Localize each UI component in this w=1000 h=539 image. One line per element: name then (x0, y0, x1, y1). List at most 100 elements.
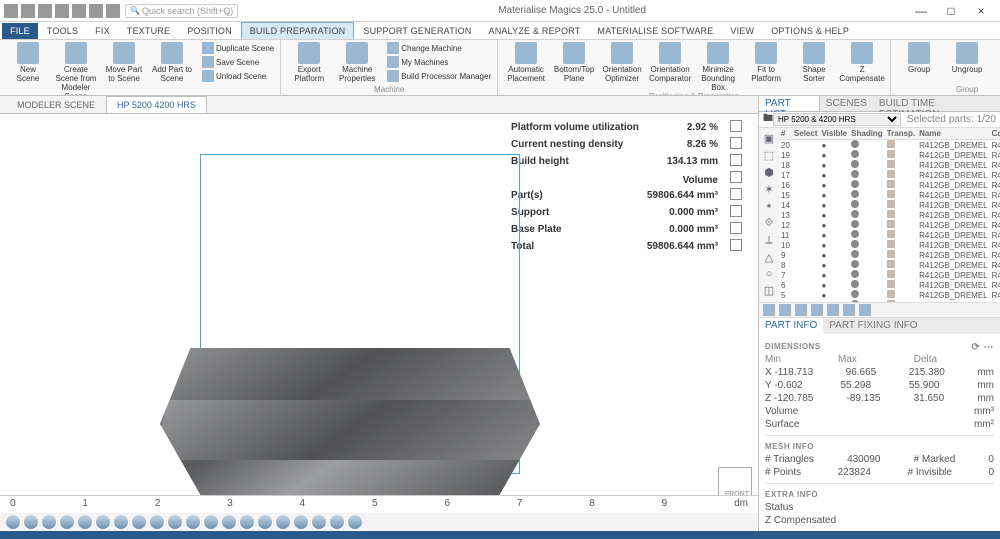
part-tool-icon[interactable]: ○ (762, 268, 776, 280)
stat-icon[interactable] (730, 205, 742, 217)
menu-file[interactable]: FILE (2, 23, 38, 39)
ribbon-z-compensate-[interactable]: Z Compensate (840, 42, 884, 83)
table-row[interactable]: 7●R412GB_DREMELR412GB_DREMEL 1 (779, 270, 1000, 280)
part-tool-icon[interactable]: ⬚ (762, 149, 776, 162)
view-tool-icon[interactable] (348, 515, 362, 529)
view-tool-icon[interactable] (150, 515, 164, 529)
ribbon-change-machine[interactable]: Change Machine (387, 42, 491, 54)
stat-icon[interactable] (730, 154, 742, 166)
info-tab[interactable]: PART INFO (759, 318, 823, 334)
menu-view[interactable]: VIEW (722, 23, 762, 39)
view-tool-icon[interactable] (132, 515, 146, 529)
mini-tool-icon[interactable] (843, 304, 855, 316)
ribbon-minimize-bounding-box[interactable]: MinimizeBounding Box (696, 42, 740, 92)
view-tool-icon[interactable] (24, 515, 38, 529)
part-tool-icon[interactable]: ⭑ (762, 200, 776, 213)
table-row[interactable]: 5●R412GB_DREMELR412GB_DREMEL 1 (779, 290, 1000, 300)
menu-fix[interactable]: FIX (87, 23, 118, 39)
part-tool-icon[interactable]: ✶ (762, 183, 776, 196)
viewport-3d[interactable]: Platform volume utilization2.92 %Current… (0, 114, 758, 531)
mini-tool-icon[interactable] (795, 304, 807, 316)
table-row[interactable]: 15●R412GB_DREMELR412GB_DREMEL 1 (779, 190, 1000, 200)
ribbon-unload-scene[interactable]: Unload Scene (202, 70, 274, 82)
ribbon-move-part-to-scene[interactable]: Move Partto Scene (102, 42, 146, 83)
mini-tool-icon[interactable] (827, 304, 839, 316)
view-tool-icon[interactable] (330, 515, 344, 529)
side-tab[interactable]: PART LIST (759, 96, 820, 111)
table-row[interactable]: 20●R412GB_DREMELR412GB_DREMEL 1 (779, 140, 1000, 151)
view-tool-icon[interactable] (42, 515, 56, 529)
part-tool-icon[interactable]: △ (762, 251, 776, 264)
quick-search-input[interactable]: Quick search (Shift+Q) (125, 4, 238, 18)
table-row[interactable]: 19●R412GB_DREMELR412GB_DREMEL 1 (779, 150, 1000, 160)
menu-position[interactable]: POSITION (179, 23, 240, 39)
stat-icon[interactable] (730, 222, 742, 234)
minimize-button[interactable]: — (906, 1, 936, 21)
view-tool-icon[interactable] (294, 515, 308, 529)
view-tool-icon[interactable] (114, 515, 128, 529)
view-tool-icon[interactable] (240, 515, 254, 529)
mini-tool-icon[interactable] (779, 304, 791, 316)
ribbon-build-processor-manager[interactable]: Build Processor Manager (387, 70, 491, 82)
menu-tools[interactable]: TOOLS (39, 23, 86, 39)
view-tool-icon[interactable] (186, 515, 200, 529)
part-tool-icon[interactable]: ⟂ (762, 234, 776, 247)
stat-icon[interactable] (730, 171, 742, 183)
menu-texture[interactable]: TEXTURE (119, 23, 178, 39)
view-tool-icon[interactable] (168, 515, 182, 529)
menu-support-generation[interactable]: SUPPORT GENERATION (355, 23, 479, 39)
ribbon-new-scene[interactable]: NewScene (6, 42, 50, 83)
info-tab[interactable]: PART FIXING INFO (823, 318, 923, 334)
col-header[interactable]: Visible (819, 128, 849, 140)
ribbon-remove-group[interactable]: RemoveGroup (993, 42, 1000, 83)
view-tool-icon[interactable] (6, 515, 20, 529)
ribbon-add-part-to-scene[interactable]: Add Part toScene (150, 42, 194, 83)
col-header[interactable]: # (779, 128, 792, 140)
col-header[interactable]: Select (792, 128, 820, 140)
part-tool-icon[interactable]: ◫ (762, 284, 776, 297)
table-row[interactable]: 17●R412GB_DREMELR412GB_DREMEL 1 (779, 170, 1000, 180)
ribbon-save-scene[interactable]: Save Scene (202, 56, 274, 68)
col-header[interactable]: Name (917, 128, 989, 140)
menu-materialise-software[interactable]: MATERIALISE SOFTWARE (589, 23, 721, 39)
qat-icon[interactable] (72, 4, 86, 18)
view-tool-icon[interactable] (258, 515, 272, 529)
scene-select[interactable]: HP 5200 & 4200 HRS (773, 113, 901, 126)
qat-icon[interactable] (55, 4, 69, 18)
qat-icon[interactable] (89, 4, 103, 18)
ribbon-orientation-optimizer[interactable]: OrientationOptimizer (600, 42, 644, 83)
side-tab[interactable]: BUILD TIME ESTIMATION (873, 96, 1000, 111)
ribbon-automatic-placement[interactable]: AutomaticPlacement (504, 42, 548, 83)
stat-icon[interactable] (730, 239, 742, 251)
ribbon-export-platform[interactable]: ExportPlatform (287, 42, 331, 83)
ribbon-fit-to-platform[interactable]: Fit toPlatform (744, 42, 788, 83)
ribbon-orientation-comparator[interactable]: OrientationComparator (648, 42, 692, 83)
mini-tool-icon[interactable] (763, 304, 775, 316)
ribbon-bottom-top-plane[interactable]: Bottom/TopPlane (552, 42, 596, 83)
table-row[interactable]: 8●R412GB_DREMELR412GB_DREMEL 1 (779, 260, 1000, 270)
stat-icon[interactable] (730, 137, 742, 149)
view-tool-icon[interactable] (78, 515, 92, 529)
table-row[interactable]: 18●R412GB_DREMELR412GB_DREMEL 1 (779, 160, 1000, 170)
table-row[interactable]: 6●R412GB_DREMELR412GB_DREMEL 1 (779, 280, 1000, 290)
part-tool-icon[interactable]: ⟐ (762, 217, 776, 230)
table-row[interactable]: 11●R412GB_DREMELR412GB_DREMEL 1 (779, 230, 1000, 240)
table-row[interactable]: 9●R412GB_DREMELR412GB_DREMEL 1 (779, 250, 1000, 260)
menu-analyze-report[interactable]: ANALYZE & REPORT (481, 23, 589, 39)
maximize-button[interactable]: □ (936, 1, 966, 21)
menu-options-help[interactable]: OPTIONS & HELP (763, 23, 857, 39)
ribbon-shape-sorter[interactable]: ShapeSorter (792, 42, 836, 83)
view-tool-icon[interactable] (222, 515, 236, 529)
view-tool-icon[interactable] (312, 515, 326, 529)
ribbon-ungroup-[interactable]: Ungroup (945, 42, 989, 74)
table-row[interactable]: 16●R412GB_DREMELR412GB_DREMEL 1 (779, 180, 1000, 190)
col-header[interactable]: Copy of (990, 128, 1000, 140)
ribbon-machine-properties[interactable]: MachineProperties (335, 42, 379, 83)
menu-build-preparation[interactable]: BUILD PREPARATION (241, 22, 355, 39)
side-tab[interactable]: SCENES (820, 96, 873, 111)
refresh-icon[interactable]: ⟳ ⋯ (971, 342, 994, 353)
close-button[interactable]: × (966, 1, 996, 21)
mini-tool-icon[interactable] (811, 304, 823, 316)
view-tool-icon[interactable] (276, 515, 290, 529)
col-header[interactable]: Shading (849, 128, 885, 140)
